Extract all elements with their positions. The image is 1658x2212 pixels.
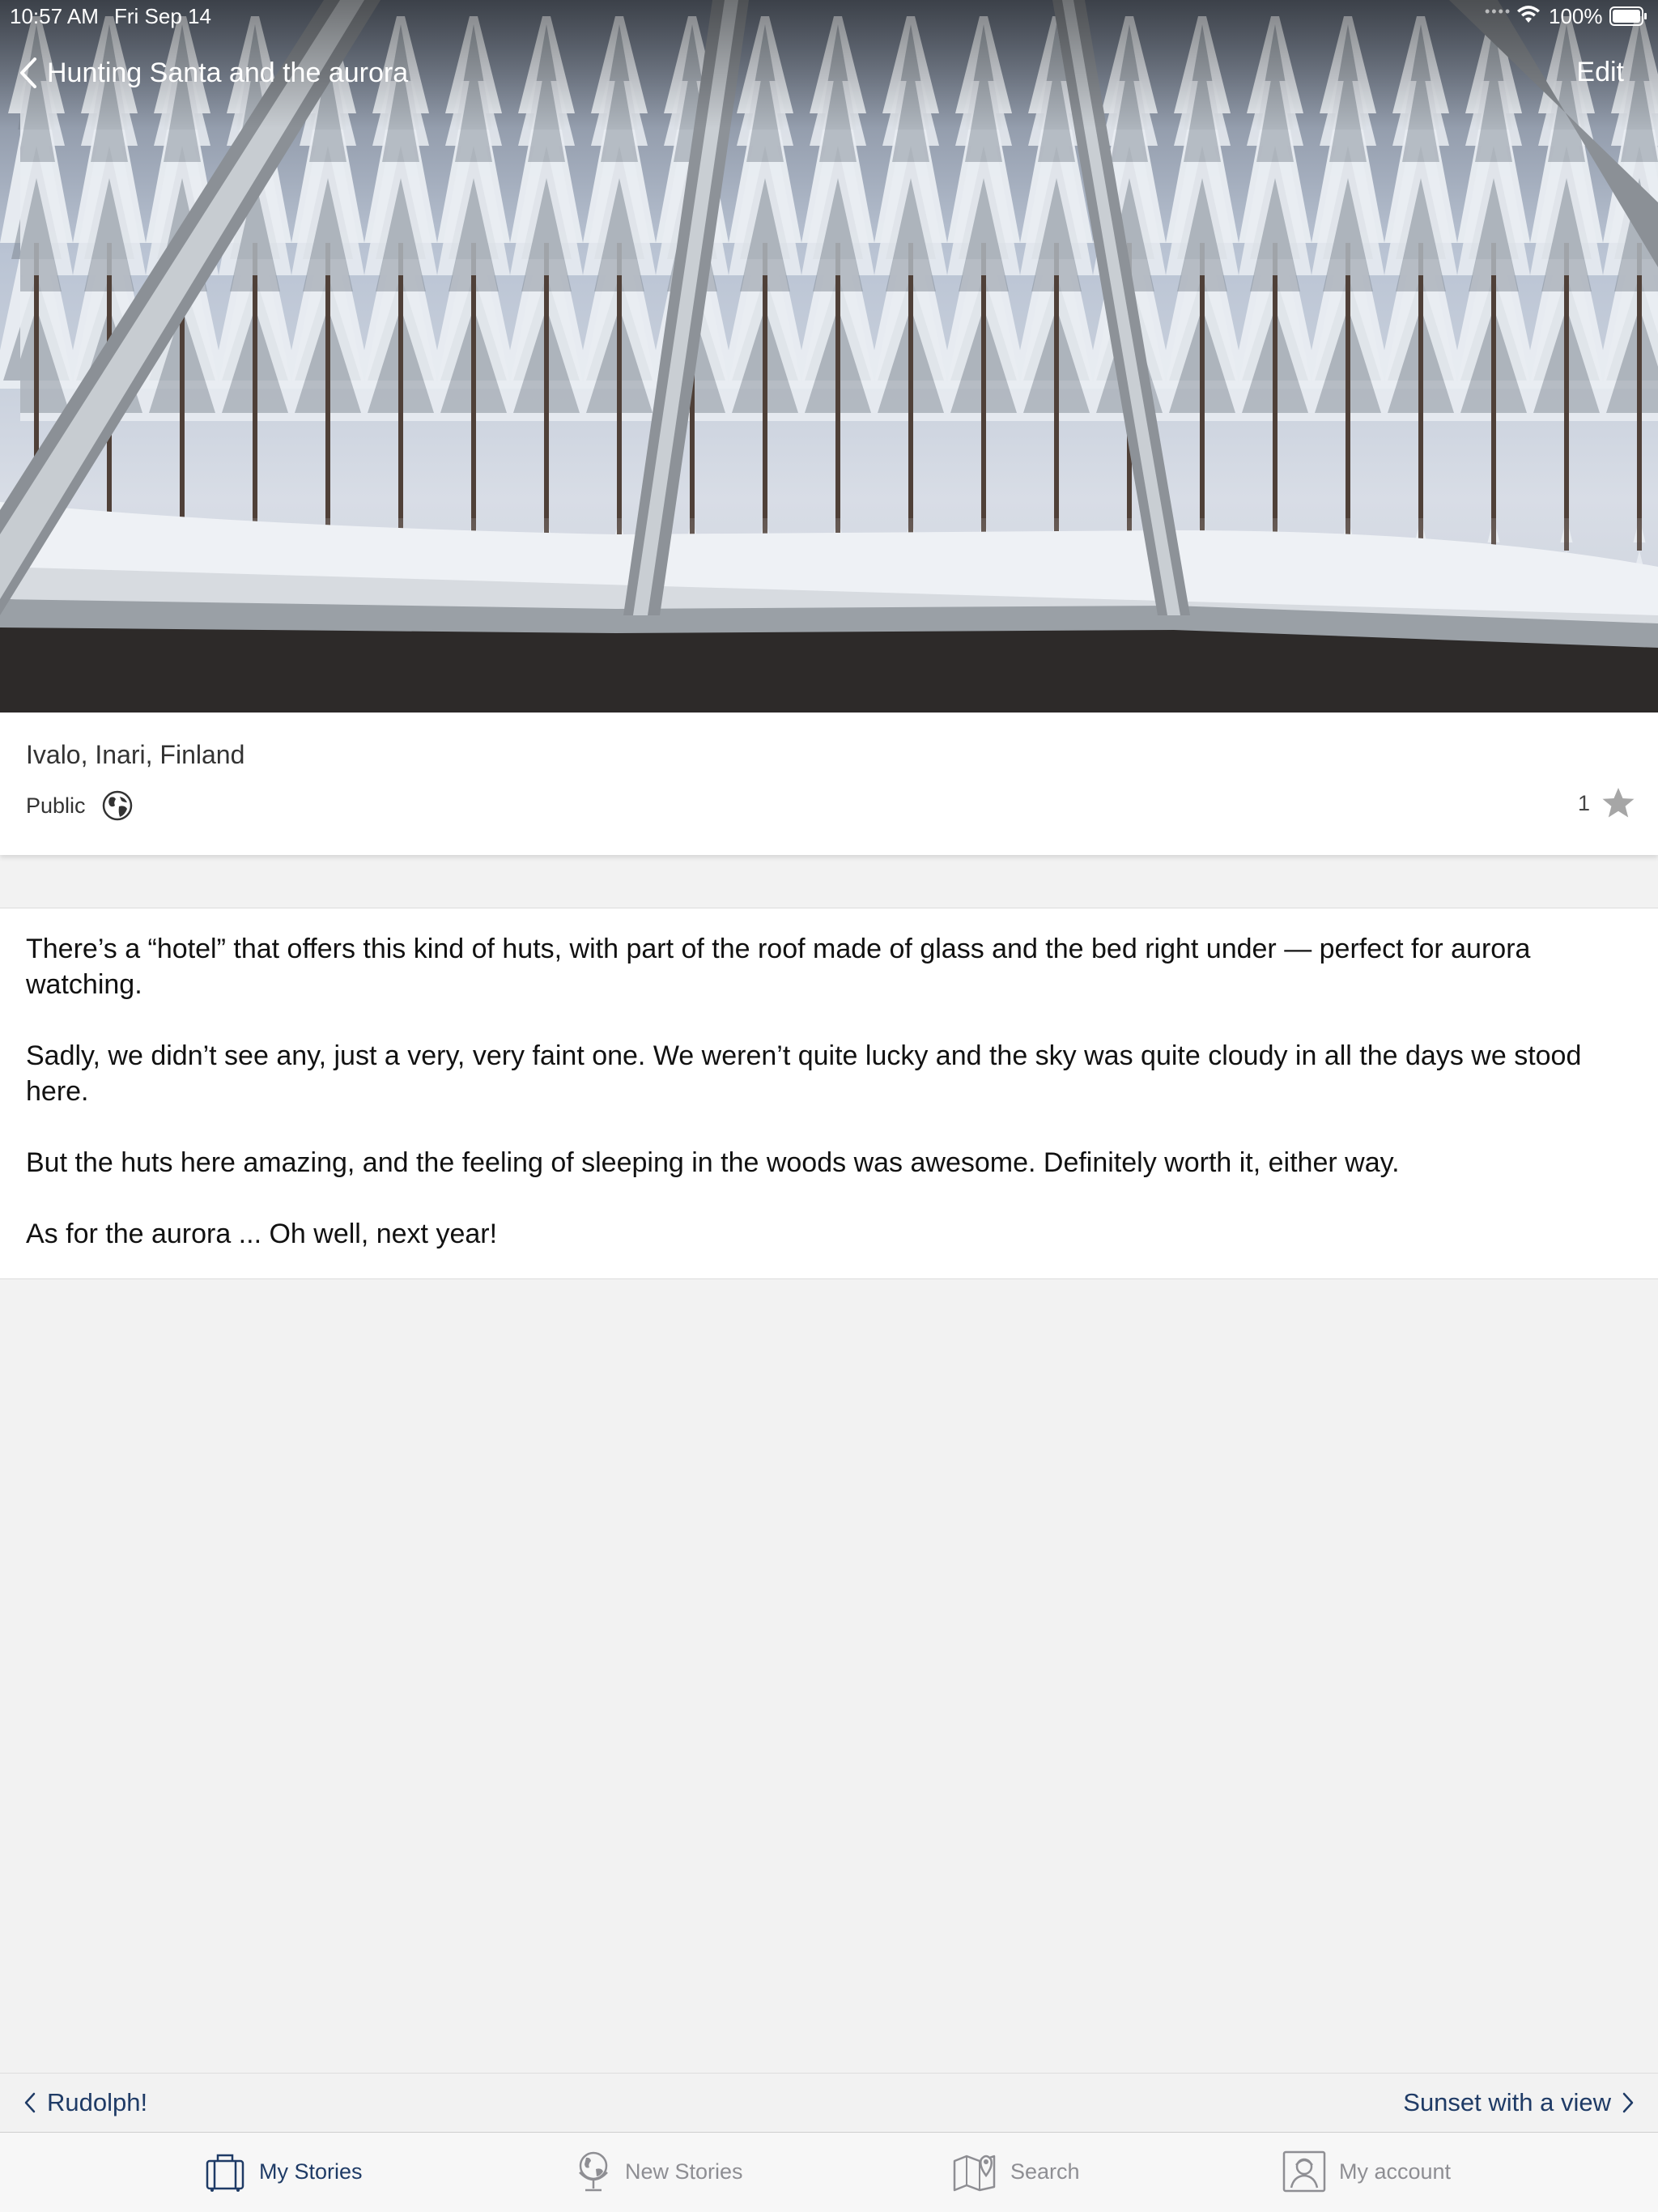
user-icon (1282, 2150, 1326, 2193)
tab-label: New Stories (625, 2159, 743, 2184)
edit-button[interactable]: Edit (1576, 57, 1624, 88)
tab-bar: My Stories New Stories Search My account (0, 2132, 1658, 2212)
battery-percentage: 100% (1549, 4, 1603, 28)
previous-story-label: Rudolph! (47, 2088, 148, 2116)
story-location: Ivalo, Inari, Finland (26, 740, 245, 769)
likes-counter[interactable]: 1 (1578, 787, 1635, 819)
next-story-button[interactable]: Sunset with a view (1403, 2088, 1634, 2117)
story-paragraph: As for the aurora ... Oh well, next year… (26, 1219, 498, 1249)
back-label: Hunting Santa and the aurora (47, 57, 409, 88)
wifi-icon (1517, 6, 1540, 23)
visibility-toggle[interactable]: Public (26, 790, 133, 821)
tab-new-stories[interactable]: New Stories (575, 2149, 743, 2194)
story-paragraph: But the huts here amazing, and the feeli… (26, 1147, 1400, 1178)
suitcase-icon (206, 2154, 244, 2192)
map-pin-icon (953, 2155, 996, 2192)
tab-my-account[interactable]: My account (1282, 2149, 1451, 2194)
back-button[interactable]: Hunting Santa and the aurora (19, 52, 408, 94)
chevron-left-icon (24, 2092, 36, 2113)
visibility-label: Public (26, 793, 86, 818)
cellular-dots-icon: •••• (1485, 3, 1512, 19)
star-icon (1602, 788, 1635, 818)
story-paragraph: There’s a “hotel” that offers this kind … (26, 934, 1531, 1000)
snowy-forest-photo (0, 0, 1658, 713)
tab-search[interactable]: Search (952, 2149, 1080, 2194)
tab-label: My account (1339, 2159, 1452, 2184)
battery-icon (1609, 6, 1647, 26)
navigation-bar: Hunting Santa and the aurora Edit (0, 45, 1658, 100)
globe-icon (579, 2151, 608, 2192)
story-paragraph: Sadly, we didn’t see any, just a very, v… (26, 1040, 1582, 1107)
tab-label: My Stories (259, 2159, 363, 2184)
story-text: There’s a “hotel” that offers this kind … (0, 908, 1658, 1279)
likes-count: 1 (1577, 790, 1590, 815)
chevron-right-icon (1622, 2092, 1634, 2113)
status-time: 10:57 AM (10, 4, 99, 28)
globe-icon (102, 790, 132, 821)
previous-story-button[interactable]: Rudolph! (24, 2088, 147, 2117)
tab-my-stories[interactable]: My Stories (204, 2149, 363, 2194)
story-pagination: Rudolph! Sunset with a view (0, 2073, 1658, 2132)
hero-photo: 10:57 AM Fri Sep 14 •••• 100% Hunting Sa… (0, 0, 1658, 713)
next-story-label: Sunset with a view (1403, 2088, 1611, 2116)
chevron-left-icon (20, 57, 36, 88)
tab-label: Search (1010, 2159, 1080, 2184)
status-bar: 10:57 AM Fri Sep 14 •••• 100% (0, 0, 1658, 32)
story-info-card: Ivalo, Inari, Finland Public 1 (0, 713, 1658, 855)
status-date: Fri Sep 14 (114, 4, 211, 28)
